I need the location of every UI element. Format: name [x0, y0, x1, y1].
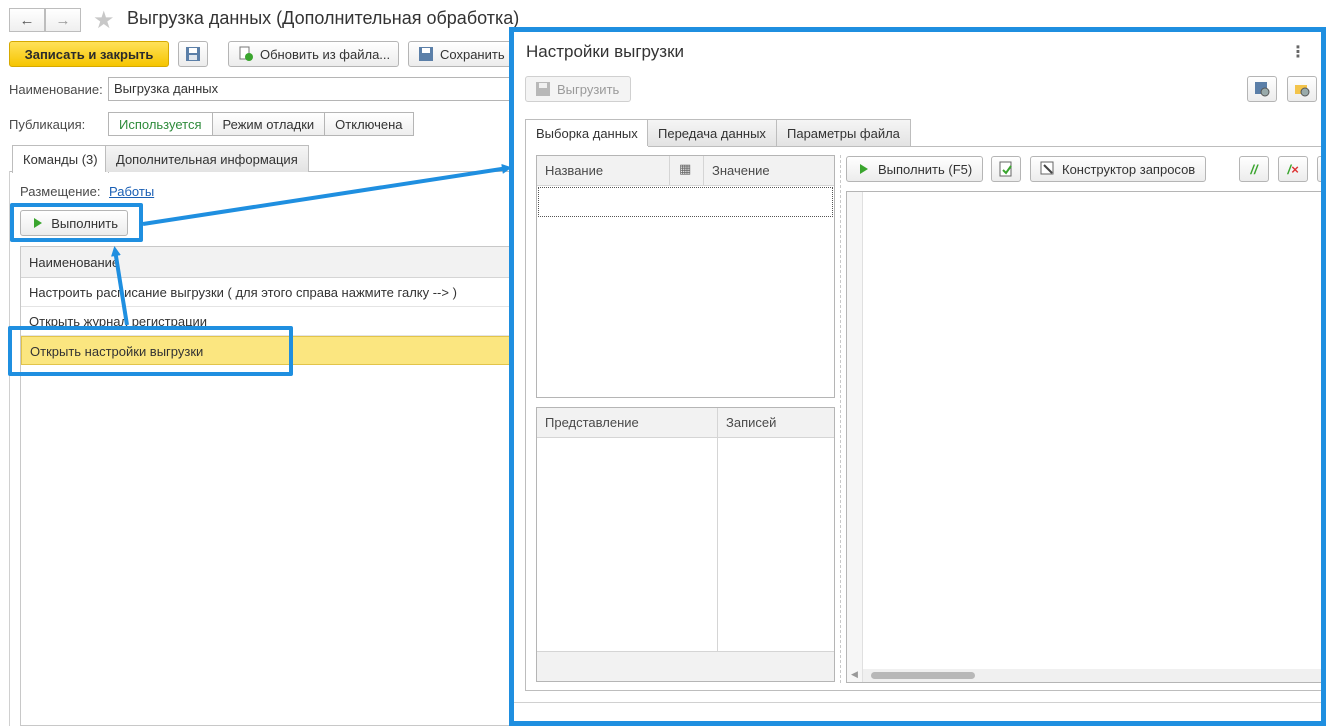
- scroll-left-icon[interactable]: ◀: [851, 669, 858, 680]
- tab-file-params[interactable]: Параметры файла: [776, 119, 911, 146]
- document-check-icon: [999, 161, 1012, 177]
- scrollbar-thumb[interactable]: [871, 672, 975, 679]
- dialog-bottom-line: [514, 702, 1321, 703]
- column-value: Значение: [712, 163, 770, 178]
- column-view: Представление: [545, 415, 639, 430]
- settings-open-button[interactable]: [1287, 76, 1317, 102]
- more-toolbar-button[interactable]: [1317, 156, 1321, 182]
- run-query-button[interactable]: Выполнить (F5): [846, 156, 983, 182]
- floppy-disk-icon: [535, 81, 551, 97]
- uncomment-button[interactable]: /×: [1278, 156, 1308, 182]
- calculator-icon: ▦: [679, 161, 692, 176]
- column-name: Название: [545, 163, 604, 178]
- export-settings-dialog: Настройки выгрузки ⋮ Выгрузить Выборка д…: [509, 27, 1326, 726]
- tab-data-transfer[interactable]: Передача данных: [647, 119, 777, 146]
- dialog-title: Настройки выгрузки: [526, 42, 685, 61]
- results-table: Представление Записей: [536, 407, 835, 682]
- query-builder-icon: [1040, 161, 1056, 177]
- col-sep: [717, 408, 718, 681]
- col-sep: [669, 156, 670, 186]
- params-table: Название ▦ Значение: [536, 155, 835, 398]
- editor-gutter: [847, 192, 863, 682]
- horizontal-scrollbar[interactable]: ◀: [851, 669, 1321, 682]
- query-builder-button[interactable]: Конструктор запросов: [1030, 156, 1206, 182]
- settings-save-button[interactable]: [1247, 76, 1277, 102]
- uncomment-icon: /×: [1287, 161, 1299, 177]
- arrow-to-dialog: [142, 163, 512, 226]
- gear-save-icon: [1255, 82, 1270, 97]
- column-records: Записей: [726, 415, 777, 430]
- vertical-splitter[interactable]: [840, 155, 841, 683]
- check-document-button[interactable]: [991, 156, 1021, 182]
- params-table-header: Название ▦ Значение: [537, 156, 834, 186]
- query-editor[interactable]: ◀: [846, 191, 1321, 683]
- tab-data-selection[interactable]: Выборка данных: [525, 119, 649, 147]
- comment-slashes-icon: //: [1250, 161, 1258, 177]
- gear-folder-icon: [1295, 85, 1310, 97]
- params-row-empty[interactable]: [538, 187, 833, 217]
- col-sep: [703, 156, 704, 186]
- play-icon: [856, 161, 872, 177]
- results-footer: [537, 651, 834, 681]
- comment-button[interactable]: //: [1239, 156, 1269, 182]
- results-table-header: Представление Записей: [537, 408, 834, 438]
- more-menu-icon[interactable]: ⋮: [1290, 42, 1306, 62]
- arrow-to-run-button: [111, 246, 129, 326]
- export-button[interactable]: Выгрузить: [525, 76, 631, 102]
